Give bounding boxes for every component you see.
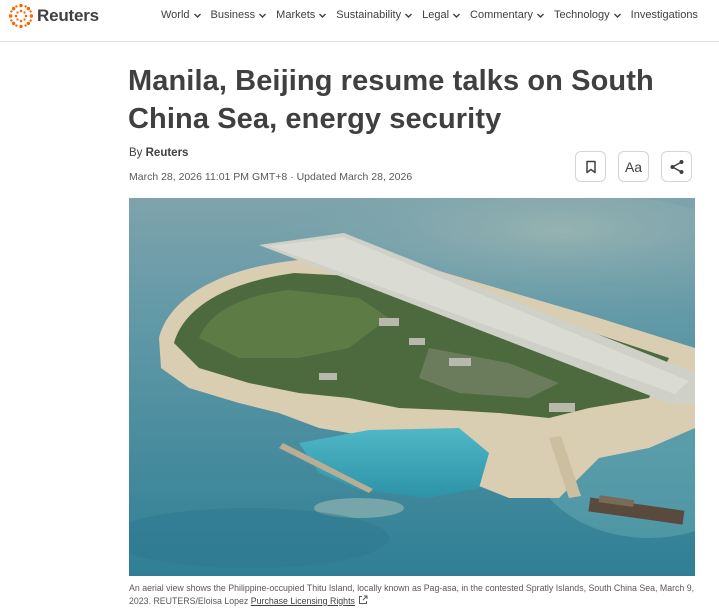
byline: By Reuters — [129, 147, 188, 159]
photo-caption: An aerial view shows the Philippine-occu… — [129, 582, 699, 608]
nav-item-label: Commentary — [470, 9, 534, 21]
reuters-logo-icon — [8, 3, 34, 29]
caption-text: An aerial view shows the Philippine-occu… — [129, 583, 695, 606]
author-link[interactable]: Reuters — [146, 147, 189, 159]
chevron-down-icon — [537, 13, 545, 18]
bookmark-button[interactable] — [575, 151, 606, 182]
headline-line-2: China Sea, energy security — [128, 103, 502, 135]
text-size-button[interactable]: Aa — [618, 151, 649, 182]
chevron-down-icon — [613, 13, 621, 18]
nav-item-investigations[interactable]: Investigations — [631, 9, 698, 21]
nav-item-commentary[interactable]: Commentary — [470, 9, 545, 21]
site-header: Reuters World Business Markets Sustainabili… — [0, 0, 719, 42]
purchase-licensing-link[interactable]: Purchase Licensing Rights — [251, 596, 355, 606]
nav-item-business[interactable]: Business — [211, 9, 268, 21]
nav-item-label: Investigations — [630, 9, 698, 21]
nav-item-sustainability[interactable]: Sustainability — [336, 9, 413, 21]
byline-prefix: By — [129, 147, 143, 159]
headline-line-1: Manila, Beijing resume talks on South — [128, 65, 654, 97]
share-icon — [670, 159, 683, 174]
nav-item-label: Sustainability — [336, 9, 402, 21]
page-title: Manila, Beijing resume talks on South Ch… — [128, 62, 688, 138]
reuters-logo[interactable]: Reuters — [8, 2, 99, 30]
dateline: March 28, 2026 11:01 PM GMT+8 · Updated … — [129, 171, 413, 183]
nav-item-label: Business — [210, 9, 256, 21]
bookmark-icon — [585, 160, 596, 173]
brand-name: Reuters — [37, 6, 99, 25]
chevron-down-icon — [259, 13, 267, 18]
share-button[interactable] — [661, 151, 692, 182]
text-size-icon: Aa — [624, 158, 643, 175]
nav-item-label: Markets — [276, 9, 316, 21]
nav-item-label: Legal — [422, 9, 450, 21]
external-link-icon[interactable] — [358, 595, 368, 605]
aerial-island-photo — [129, 198, 695, 576]
chevron-down-icon — [453, 13, 461, 18]
article-actions: Aa — [575, 151, 692, 182]
chevron-down-icon — [193, 13, 201, 18]
nav-item-label: Technology — [554, 9, 610, 21]
main-nav: World Business Markets Sustainability Legal C… — [161, 9, 707, 21]
chevron-down-icon — [319, 13, 327, 18]
nav-item-markets[interactable]: Markets — [276, 9, 327, 21]
nav-item-technology[interactable]: Technology — [554, 9, 622, 21]
chevron-down-icon — [405, 13, 413, 18]
nav-item-legal[interactable]: Legal — [422, 9, 461, 21]
nav-item-label: World — [161, 9, 190, 21]
nav-item-world[interactable]: World — [161, 9, 202, 21]
